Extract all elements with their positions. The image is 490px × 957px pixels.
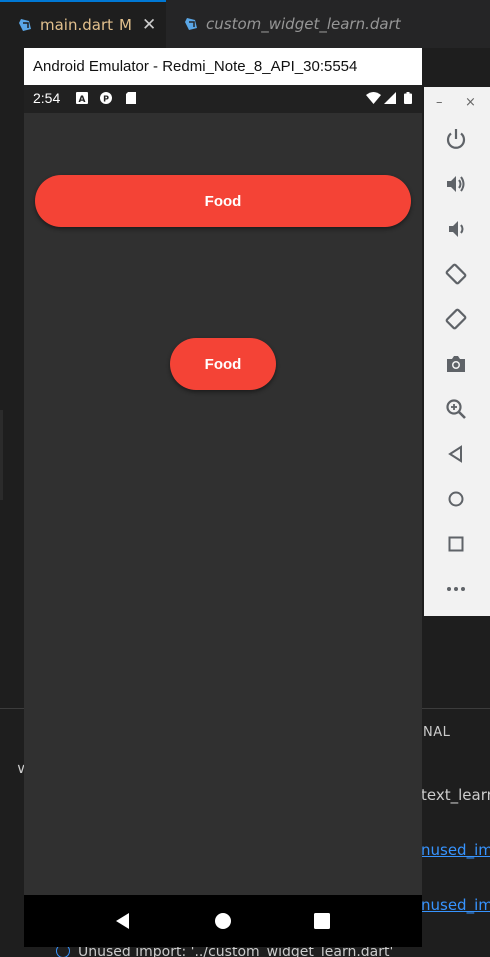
nav-overview-icon[interactable] xyxy=(312,911,332,931)
signal-icon xyxy=(384,92,396,104)
close-icon[interactable]: ✕ xyxy=(142,15,156,35)
nav-home-icon[interactable] xyxy=(213,911,233,931)
dart-icon xyxy=(19,19,31,31)
tab-label: custom_widget_learn.dart xyxy=(206,15,401,33)
volume-down-icon[interactable] xyxy=(444,217,468,241)
editor-gutter-accent xyxy=(0,410,3,500)
food-button-small[interactable]: Food xyxy=(170,338,276,390)
modified-badge: M xyxy=(119,16,132,34)
emulator-titlebar[interactable]: Android Emulator - Redmi_Note_8_API_30:5… xyxy=(24,48,422,85)
minimize-icon[interactable]: – xyxy=(436,95,443,110)
panel-tab-terminal[interactable]: NAL xyxy=(423,725,450,740)
rotate-left-icon[interactable] xyxy=(444,262,468,286)
dart-icon xyxy=(185,18,197,30)
status-bar: 2:54 A P xyxy=(24,85,422,113)
more-icon[interactable] xyxy=(444,577,468,601)
close-icon[interactable]: × xyxy=(465,95,476,110)
emulator-toolbar: – × xyxy=(424,87,490,616)
svg-text:A: A xyxy=(79,95,86,104)
problem-link[interactable]: nused_imp xyxy=(421,841,490,859)
zoom-icon[interactable] xyxy=(444,397,468,421)
overview-icon[interactable] xyxy=(444,532,468,556)
food-button-wide[interactable]: Food xyxy=(35,175,411,227)
notification-a-icon: A xyxy=(76,92,88,104)
rotate-right-icon[interactable] xyxy=(444,307,468,331)
camera-icon[interactable] xyxy=(444,352,468,376)
tab-custom-widget-learn[interactable]: custom_widget_learn.dart xyxy=(166,0,490,48)
volume-up-icon[interactable] xyxy=(444,172,468,196)
status-time: 2:54 xyxy=(33,90,61,106)
battery-icon xyxy=(404,92,412,104)
problem-link[interactable]: nused_imp xyxy=(421,896,490,914)
back-icon[interactable] xyxy=(444,442,468,466)
editor-tab-bar: main.dart M ✕ custom_widget_learn.dart xyxy=(0,0,490,48)
tab-label: main.dart xyxy=(40,16,114,34)
phone-screen: 2:54 A P Food Food xyxy=(24,85,422,947)
nav-back-icon[interactable] xyxy=(113,911,133,931)
home-icon[interactable] xyxy=(444,487,468,511)
android-nav-bar xyxy=(24,895,422,947)
wifi-icon xyxy=(366,92,381,104)
problem-file-name: text_learn_ xyxy=(421,786,490,804)
svg-text:P: P xyxy=(103,95,109,104)
tab-main-dart[interactable]: main.dart M ✕ xyxy=(0,0,166,48)
power-icon[interactable] xyxy=(444,127,468,151)
notification-p-icon: P xyxy=(100,92,112,104)
sd-card-icon xyxy=(126,92,136,104)
emulator-title: Android Emulator - Redmi_Note_8_API_30:5… xyxy=(33,58,358,75)
